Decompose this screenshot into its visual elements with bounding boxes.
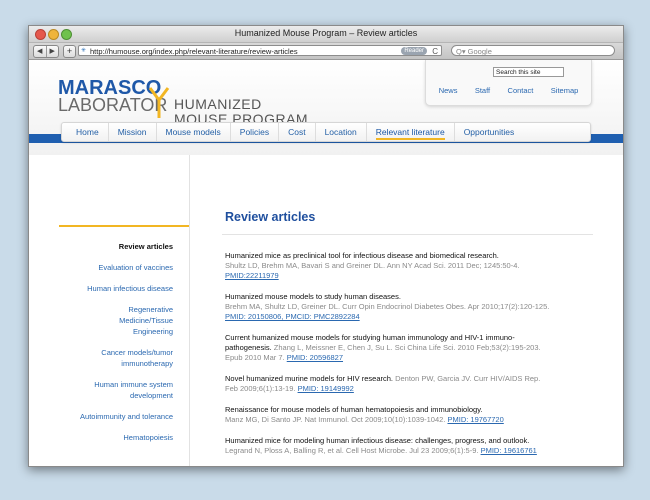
title-bar: Humanized Mouse Program – Review article…	[29, 26, 623, 43]
util-link-contact[interactable]: Contact	[508, 86, 534, 95]
browser-window: Humanized Mouse Program – Review article…	[28, 25, 624, 467]
list-item: Current humanized mouse models for study…	[225, 333, 550, 363]
web-page: MARASCO LABORATOR HUMANIZED MOUSE PROGRA…	[29, 60, 623, 466]
util-link-sitemap[interactable]: Sitemap	[551, 86, 579, 95]
sidebar-item-regenerative-medicine[interactable]: Regenerative Medicine/Tissue Engineering	[98, 304, 173, 337]
nav-opportunities[interactable]: Opportunities	[455, 123, 524, 141]
sidebar-accent-line	[59, 225, 189, 227]
utility-box: Search this site News Staff Contact Site…	[425, 60, 592, 106]
pmid-link[interactable]: PMID:22211979	[225, 271, 279, 280]
nav-cost[interactable]: Cost	[279, 123, 316, 141]
utility-links: News Staff Contact Sitemap	[426, 86, 591, 95]
nav-policies[interactable]: Policies	[231, 123, 280, 141]
sidebar-item-evaluation-of-vaccines[interactable]: Evaluation of vaccines	[59, 262, 173, 273]
list-item: Humanized mice for modeling human infect…	[225, 436, 550, 456]
list-item: Humanized mice as preclinical tool for i…	[225, 251, 550, 281]
util-link-staff[interactable]: Staff	[475, 86, 490, 95]
browser-search-input[interactable]: Q▾ Google	[451, 45, 615, 56]
add-bookmark-button[interactable]: +	[63, 45, 76, 58]
list-item: Novel humanized murine models for HIV re…	[225, 374, 550, 394]
history-buttons: ◀ ▶	[33, 45, 59, 58]
page-title: Review articles	[225, 210, 316, 224]
article-title: Humanized mouse models to study human di…	[225, 292, 401, 301]
pmid-link[interactable]: PMID: 19767720	[447, 415, 503, 424]
address-bar[interactable]: ✳ http://humouse.org/index.php/relevant-…	[78, 45, 442, 56]
sidebar: Review articles Evaluation of vaccines H…	[59, 155, 190, 466]
sidebar-nav: Review articles Evaluation of vaccines H…	[59, 241, 173, 453]
nav-mission[interactable]: Mission	[109, 123, 157, 141]
article-citation: Shultz LD, Brehm MA, Bavari S and Greine…	[225, 261, 520, 270]
list-item: Renaissance for mouse models of human he…	[225, 405, 550, 425]
article-citation: Legrand N, Ploss A, Balling R, et al. Ce…	[225, 446, 479, 455]
reload-icon[interactable]: C	[432, 46, 438, 57]
favicon-icon: ✳	[81, 48, 87, 54]
reader-button[interactable]: Reader	[401, 47, 427, 55]
nav-mouse-models[interactable]: Mouse models	[157, 123, 231, 141]
pmid-link[interactable]: PMID: 19149992	[298, 384, 354, 393]
article-citation: Zhang L, Meissner E, Chen J, Su L. Sci C…	[225, 343, 541, 362]
sidebar-item-review-articles[interactable]: Review articles	[59, 241, 173, 252]
url-text: http://humouse.org/index.php/relevant-li…	[90, 47, 298, 56]
article-title: Novel humanized murine models for HIV re…	[225, 374, 393, 383]
nav-relevant-literature[interactable]: Relevant literature	[367, 123, 455, 141]
list-item: Humanized mouse models to study human di…	[225, 292, 550, 322]
pmid-link[interactable]: PMID: 20596827	[287, 353, 343, 362]
nav-home[interactable]: Home	[67, 123, 109, 141]
article-citation: Brehm MA, Shultz LD, Greiner DL. Curr Op…	[225, 302, 550, 311]
sidebar-item-human-immune-system[interactable]: Human immune system development	[83, 379, 173, 401]
sidebar-item-autoimmunity[interactable]: Autoimmunity and tolerance	[59, 411, 173, 422]
article-title: Humanized mice as preclinical tool for i…	[225, 251, 499, 260]
window-title: Humanized Mouse Program – Review article…	[234, 28, 418, 38]
antibody-logo-icon	[148, 87, 170, 118]
article-title: Humanized mice for modeling human infect…	[225, 436, 530, 445]
page-content: Review articles Evaluation of vaccines H…	[29, 155, 623, 466]
sidebar-item-cancer-models[interactable]: Cancer models/tumor immunotherapy	[91, 347, 173, 369]
sidebar-item-human-infectious-disease[interactable]: Human infectious disease	[59, 283, 173, 294]
article-citation: Manz MG, Di Santo JP. Nat Immunol. Oct 2…	[225, 415, 446, 424]
article-list: Humanized mice as preclinical tool for i…	[225, 251, 550, 466]
nav-location[interactable]: Location	[316, 123, 367, 141]
site-search-input[interactable]: Search this site	[493, 67, 564, 77]
sidebar-item-hematopoiesis[interactable]: Hematopoiesis	[59, 432, 173, 443]
site-header: MARASCO LABORATOR HUMANIZED MOUSE PROGRA…	[29, 60, 623, 155]
browser-toolbar: ◀ ▶ + ✳ http://humouse.org/index.php/rel…	[29, 43, 623, 60]
article-title: Renaissance for mouse models of human he…	[225, 405, 483, 414]
back-button[interactable]: ◀	[34, 46, 46, 57]
program-title-line1: HUMANIZED	[174, 96, 262, 112]
pmid-link[interactable]: PMID: 20150806, PMCID: PMC2892284	[225, 312, 360, 321]
title-divider	[222, 234, 593, 235]
pmid-link[interactable]: PMID: 19616761	[481, 446, 537, 455]
util-link-news[interactable]: News	[439, 86, 458, 95]
forward-button[interactable]: ▶	[45, 46, 59, 57]
main-nav: Home Mission Mouse models Policies Cost …	[61, 122, 591, 142]
